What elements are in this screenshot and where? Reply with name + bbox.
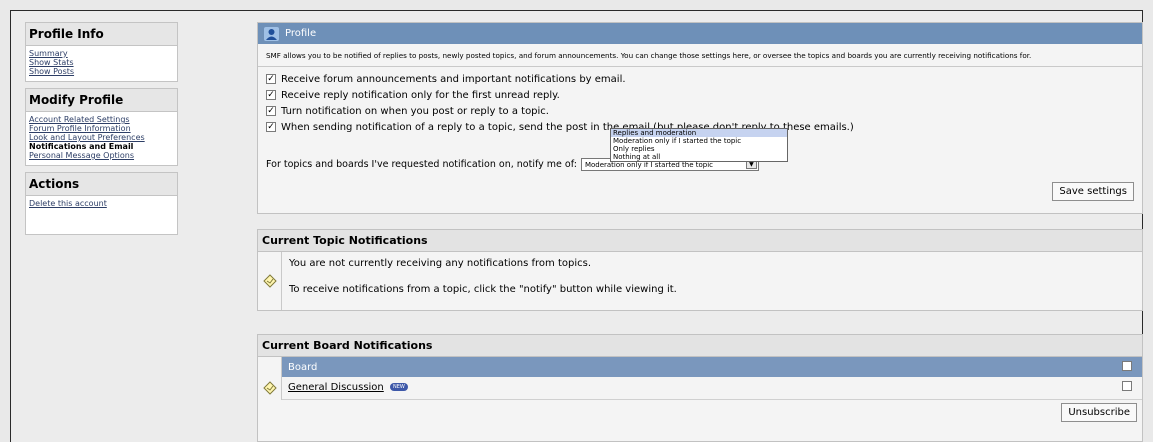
board-table: Board General Discussion NEW [282, 357, 1142, 400]
board-link[interactable]: General Discussion [288, 382, 384, 393]
select-all-checkbox[interactable] [1122, 360, 1132, 371]
topic-icon-cell [258, 252, 282, 310]
topic-empty-message: You are not currently receiving any noti… [289, 258, 591, 269]
forum-profile-link[interactable]: Forum Profile Information [29, 124, 174, 133]
profile-panel: Profile SMF allows you to be notified of… [257, 22, 1143, 214]
notify-dropdown-list: Replies and moderation Moderation only i… [610, 128, 788, 162]
dropdown-option-replies-moderation[interactable]: Replies and moderation [611, 129, 787, 137]
first-unread-checkbox[interactable]: ✓ [266, 90, 276, 100]
board-name-cell: General Discussion NEW [282, 377, 1112, 400]
look-layout-link[interactable]: Look and Layout Preferences [29, 133, 174, 142]
option-auto-notify: ✓ Turn notification on when you post or … [266, 103, 1134, 119]
delete-account-link[interactable]: Delete this account [29, 199, 174, 208]
option-first-unread: ✓ Receive reply notification only for th… [266, 87, 1134, 103]
board-column-header: Board [282, 357, 1112, 377]
announcements-checkbox[interactable]: ✓ [266, 74, 276, 84]
profile-info-block: Profile Info Summary Show Stats Show Pos… [25, 22, 178, 82]
profile-title: Profile [285, 28, 317, 39]
show-stats-link[interactable]: Show Stats [29, 58, 174, 67]
notifications-email-link[interactable]: Notifications and Email [29, 142, 174, 151]
board-checkbox-cell [1112, 377, 1142, 400]
account-settings-link[interactable]: Account Related Settings [29, 115, 174, 124]
send-post-checkbox[interactable]: ✓ [266, 122, 276, 132]
auto-notify-checkbox[interactable]: ✓ [266, 106, 276, 116]
dropdown-option-moderation-only[interactable]: Moderation only if I started the topic [611, 137, 787, 145]
topic-help-message: To receive notifications from a topic, c… [289, 284, 677, 295]
unsubscribe-button[interactable]: Unsubscribe [1061, 403, 1137, 422]
summary-link[interactable]: Summary [29, 49, 174, 58]
new-badge: NEW [389, 383, 408, 392]
dropdown-option-nothing[interactable]: Nothing at all [611, 153, 787, 161]
personal-message-link[interactable]: Personal Message Options [29, 151, 174, 160]
select-all-cell [1112, 357, 1142, 377]
topic-notifications-heading: Current Topic Notifications [258, 230, 1142, 252]
option-first-unread-label: Receive reply notification only for the … [281, 89, 560, 101]
board-icon-column [258, 357, 282, 400]
profile-header: Profile [258, 23, 1142, 44]
profile-sidebar: Profile Info Summary Show Stats Show Pos… [25, 22, 178, 241]
option-auto-notify-label: Turn notification on when you post or re… [281, 105, 549, 117]
notify-icon [262, 274, 277, 288]
modify-profile-heading: Modify Profile [26, 89, 177, 112]
board-notifications-heading: Current Board Notifications [258, 335, 1142, 357]
option-announcements: ✓ Receive forum announcements and import… [266, 71, 1134, 87]
topic-notifications-panel: Current Topic Notifications You are not … [257, 229, 1143, 311]
notify-label: For topics and boards I've requested not… [266, 159, 577, 170]
profile-icon [264, 26, 279, 41]
profile-intro: SMF allows you to be notified of replies… [258, 44, 1142, 67]
board-table-header: Board [282, 357, 1142, 377]
actions-block: Actions Delete this account [25, 172, 178, 235]
modify-profile-block: Modify Profile Account Related Settings … [25, 88, 178, 166]
save-settings-button[interactable]: Save settings [1052, 182, 1134, 201]
dropdown-option-only-replies[interactable]: Only replies [611, 145, 787, 153]
actions-heading: Actions [26, 173, 177, 196]
board-notifications-panel: Current Board Notifications Board Genera… [257, 334, 1143, 442]
board-checkbox[interactable] [1122, 381, 1132, 392]
board-icon-cell [258, 377, 281, 399]
main-content: Profile SMF allows you to be notified of… [257, 22, 1143, 442]
notify-icon [262, 381, 277, 395]
show-posts-link[interactable]: Show Posts [29, 67, 174, 76]
table-row: General Discussion NEW [282, 377, 1142, 400]
option-announcements-label: Receive forum announcements and importan… [281, 73, 626, 85]
profile-info-heading: Profile Info [26, 23, 177, 46]
